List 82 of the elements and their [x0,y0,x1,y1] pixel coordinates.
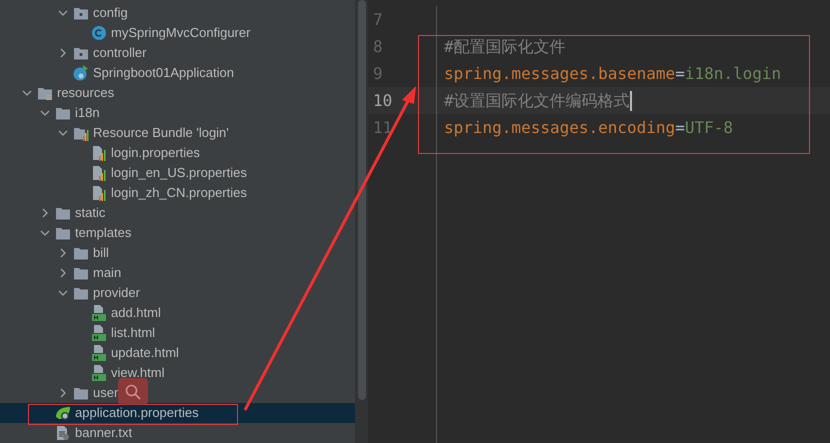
tree-item[interactable]: Resource Bundle 'login' [0,123,355,143]
tree-item-label: resources [57,85,114,101]
chevron-right-icon[interactable] [40,208,50,218]
folder-icon [73,285,89,301]
folder-icon [55,105,71,121]
tree-item-label: provider [93,285,140,301]
tree-item[interactable]: login_zh_CN.properties [0,183,355,203]
html-file-icon [91,305,107,321]
tree-item-label: view.html [111,365,164,381]
tree-item-label: update.html [111,345,179,361]
tree-item-label: login.properties [111,145,200,161]
run-class-icon [73,65,89,81]
code-line: #设置国际化文件编码格式 [444,90,630,112]
tree-item[interactable]: mySpringMvcConfigurer [0,23,355,43]
properties-file-icon [91,165,107,181]
line-number: 8 [373,36,383,58]
package-icon [73,5,89,21]
tree-item[interactable]: list.html [0,323,355,343]
tree-item[interactable]: resources [0,83,355,103]
tree-item[interactable]: login_en_US.properties [0,163,355,183]
tree-item[interactable]: controller [0,43,355,63]
line-number: 9 [373,62,383,84]
tree-item-label: controller [93,45,146,61]
tree-item[interactable]: Springboot01Application [0,63,355,83]
tree-item[interactable]: templates [0,223,355,243]
chevron-right-icon[interactable] [58,48,68,58]
tree-item-label: config [93,5,128,21]
tree-item-label: mySpringMvcConfigurer [111,25,250,41]
folder-icon [73,385,89,401]
line-number: 11 [373,116,392,138]
code-line: #配置国际化文件 [444,36,566,58]
tree-item-label: application.properties [75,405,199,421]
html-file-icon [91,345,107,361]
tree-item[interactable]: banner.txt [0,423,355,443]
tree-item-label: bill [93,245,109,261]
tree-item[interactable]: i18n [0,103,355,123]
tree-item-label: banner.txt [75,425,132,441]
tree-item[interactable]: static [0,203,355,223]
tree-item[interactable]: config [0,3,355,23]
tree-item[interactable]: main [0,263,355,283]
leaf-gear-icon [55,405,71,421]
package-icon [73,45,89,61]
tree-item-label: templates [75,225,132,241]
search-icon [124,382,142,400]
code-line: spring.messages.encoding=UTF-8 [444,116,733,138]
tree-item-label: add.html [111,305,161,321]
properties-file-icon [91,145,107,161]
tree-item-label: login_en_US.properties [111,165,247,181]
text-cursor [630,90,632,110]
tree-item[interactable]: application.properties [0,403,355,423]
chevron-down-icon[interactable] [58,288,68,298]
tree-item-label: static [75,205,106,221]
chevron-down-icon[interactable] [40,228,50,238]
tree-item-label: Springboot01Application [93,65,234,81]
line-number: 7 [373,8,383,30]
chevron-down-icon[interactable] [58,8,68,18]
tree-item[interactable]: provider [0,283,355,303]
folder-icon [55,205,71,221]
tree-item[interactable]: update.html [0,343,355,363]
tree-item[interactable]: view.html [0,363,355,383]
tree-item-label: Resource Bundle 'login' [93,125,229,141]
tree-item[interactable]: login.properties [0,143,355,163]
tree-item-label: main [93,265,122,281]
magnifier-overlay[interactable] [118,378,148,405]
scrollbar[interactable] [355,0,368,443]
tree-item-label: list.html [111,325,156,341]
folder-icon [73,265,89,281]
html-file-icon [91,365,107,381]
tree-item-label: i18n [75,105,100,121]
chevron-right-icon[interactable] [58,388,68,398]
tree-item-label: login_zh_CN.properties [111,185,247,201]
class-icon [91,25,107,41]
resources-folder-icon [37,85,53,101]
html-file-icon [91,325,107,341]
code-line: spring.messages.basename=i18n.login [444,62,782,84]
folder-icon [55,225,71,241]
line-number: 10 [373,90,392,112]
properties-file-icon [91,185,107,201]
bundle-icon [73,125,89,141]
folder-icon [73,245,89,261]
tree-item[interactable]: bill [0,243,355,263]
tree-item[interactable]: add.html [0,303,355,323]
